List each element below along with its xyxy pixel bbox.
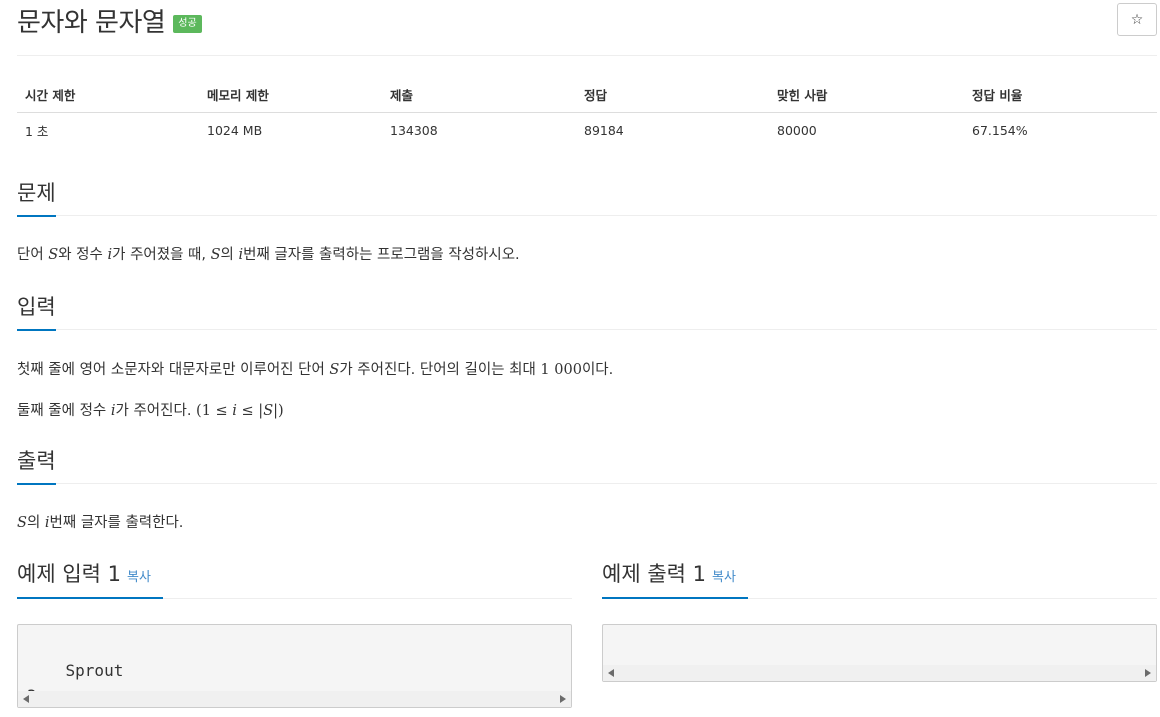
sample-output: 예제 출력 1 복사 [602,561,1157,599]
value-submissions[interactable]: 134308 [382,113,576,149]
star-icon: ☆ [1130,11,1144,28]
input-description-line1: 첫째 줄에 영어 소문자와 대문자로만 이루어진 단어 S가 주어진다. 단어의… [17,362,614,378]
sample-output-title: 예제 출력 1 복사 [602,561,748,599]
scroll-right-icon[interactable] [560,695,566,703]
value-time-limit: 1 초 [25,124,49,140]
sample-header: 예제 출력 1 복사 [602,561,1157,599]
sample-header: 예제 입력 1 복사 [17,561,572,599]
header-memory-limit: 메모리 제한 [199,77,382,113]
header-submissions: 제출 [382,77,576,113]
output-description: S의 i번째 글자를 출력한다. [17,515,184,531]
status-badge: 성공 [173,14,202,33]
problem-page: 문자와 문자열 성공 ☆ 시간 제한 메모리 제한 제출 정답 맞힌 사람 정답… [0,0,1160,717]
section-title-output: 출력 [17,448,56,485]
header-time-limit: 시간 제한 [17,77,199,113]
header-accept-ratio: 정답 비율 [964,77,1157,113]
copy-input-link[interactable]: 복사 [127,570,151,585]
value-accepted[interactable]: 89184 [576,113,769,149]
sample-input-box[interactable]: Sprout 3 [17,624,572,708]
scroll-left-icon[interactable] [23,695,29,703]
table-row: 1 초 1024 MB 134308 89184 80000 67.154% [17,113,1157,149]
section-input: 입력 첫째 줄에 영어 소문자와 대문자로만 이루어진 단어 S가 주어진다. … [17,292,1157,422]
value-memory-limit: 1024 MB [207,123,263,139]
page-title: 문자와 문자열 [17,8,166,38]
value-accept-ratio: 67.154% [972,123,1028,139]
problem-description: 단어 S와 정수 i가 주어졌을 때, S의 i번째 글자를 출력하는 프로그램… [17,247,520,263]
sample-input-title: 예제 입력 1 복사 [17,561,163,599]
star-button[interactable]: ☆ [1117,3,1157,36]
scroll-right-icon[interactable] [1145,669,1151,677]
section-header: 입력 [17,292,1157,331]
title-row: 문자와 문자열 성공 [17,2,202,39]
horizontal-scrollbar[interactable] [603,665,1156,681]
input-description-line2: 둘째 줄에 정수 i가 주어진다. (1 ≤ i ≤ |S|) [17,403,284,419]
scroll-left-icon[interactable] [608,669,614,677]
section-title-problem: 문제 [17,180,56,217]
section-header: 출력 [17,446,1157,485]
value-solved-users[interactable]: 80000 [769,113,964,149]
sample-input: 예제 입력 1 복사 [17,561,572,599]
sample-output-box[interactable]: r [602,624,1157,682]
table-header-row: 시간 제한 메모리 제한 제출 정답 맞힌 사람 정답 비율 [17,77,1157,113]
section-header: 문제 [17,178,1157,217]
section-problem: 문제 단어 S와 정수 i가 주어졌을 때, S의 i번째 글자를 출력하는 프… [17,178,1157,266]
section-title-input: 입력 [17,294,56,331]
header-divider [17,55,1157,56]
horizontal-scrollbar[interactable] [18,691,571,707]
header-solved-users: 맞힌 사람 [769,77,964,113]
section-output: 출력 S의 i번째 글자를 출력한다. [17,446,1157,534]
problem-info-table: 시간 제한 메모리 제한 제출 정답 맞힌 사람 정답 비율 1 초 1024 … [17,77,1157,149]
copy-output-link[interactable]: 복사 [712,570,736,585]
header-accepted: 정답 [576,77,769,113]
